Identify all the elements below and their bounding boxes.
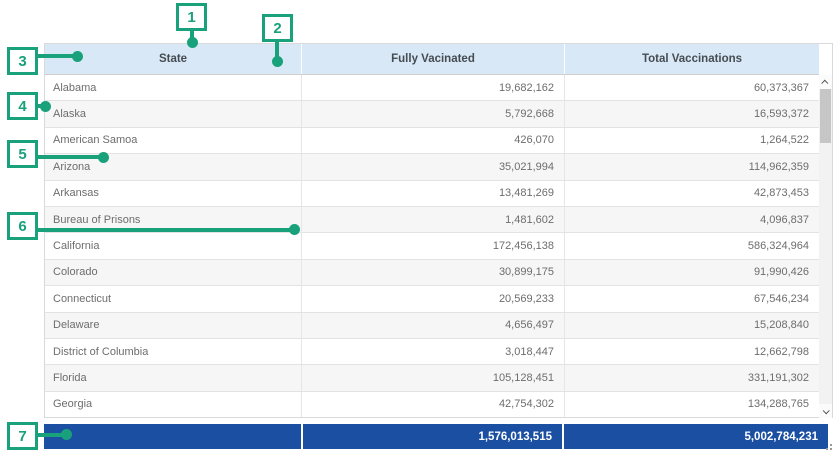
table-row[interactable]: Florida 105,128,451 331,191,302 <box>45 365 819 391</box>
cell-total-vaccinations: 60,373,367 <box>564 75 819 100</box>
screenshot-canvas: State Fully Vacinated Total Vaccinations… <box>0 0 833 453</box>
table-body: Alabama 19,682,162 60,373,367 Alaska 5,7… <box>45 75 819 417</box>
cell-total-vaccinations: 1,264,522 <box>564 128 819 153</box>
scroll-down-button[interactable] <box>819 404 832 418</box>
table-row[interactable]: Arizona 35,021,994 114,962,359 <box>45 154 819 180</box>
totals-row: 1,576,013,515 5,002,784,231 <box>44 424 828 449</box>
table-row[interactable]: Alabama 19,682,162 60,373,367 <box>45 75 819 101</box>
cell-fully-vacinated: 3,018,447 <box>301 339 564 364</box>
cell-total-vaccinations: 114,962,359 <box>564 154 819 179</box>
column-header-fully-vacinated[interactable]: Fully Vacinated <box>301 44 564 74</box>
totals-state-cell <box>44 424 301 449</box>
cell-fully-vacinated: 42,754,302 <box>301 392 564 417</box>
callout-anchor-dot <box>40 101 51 112</box>
chevron-up-icon <box>821 79 828 86</box>
cell-total-vaccinations: 586,324,964 <box>564 233 819 258</box>
table-row[interactable]: Arkansas 13,481,269 42,873,453 <box>45 181 819 207</box>
cell-fully-vacinated: 13,481,269 <box>301 181 564 206</box>
callout-anchor-dot <box>272 56 283 67</box>
cell-total-vaccinations: 15,208,840 <box>564 313 819 338</box>
cell-state: Georgia <box>45 392 301 417</box>
callout-number-badge: 2 <box>262 14 293 42</box>
cell-state: California <box>45 233 301 258</box>
cell-fully-vacinated: 1,481,602 <box>301 207 564 232</box>
cell-total-vaccinations: 42,873,453 <box>564 181 819 206</box>
cell-state: Connecticut <box>45 286 301 311</box>
table-row[interactable]: Delaware 4,656,497 15,208,840 <box>45 313 819 339</box>
cell-total-vaccinations: 91,990,426 <box>564 260 819 285</box>
column-header-total-vaccinations[interactable]: Total Vaccinations <box>564 44 819 74</box>
cell-fully-vacinated: 172,456,138 <box>301 233 564 258</box>
cell-state: Delaware <box>45 313 301 338</box>
callout-connector-line <box>37 155 101 159</box>
column-header-state[interactable]: State <box>45 44 301 74</box>
cell-fully-vacinated: 426,070 <box>301 128 564 153</box>
cell-fully-vacinated: 19,682,162 <box>301 75 564 100</box>
callout-anchor-dot <box>61 429 72 440</box>
cell-total-vaccinations: 67,546,234 <box>564 286 819 311</box>
table-row[interactable]: Connecticut 20,569,233 67,546,234 <box>45 286 819 312</box>
chevron-down-icon <box>823 407 830 414</box>
callout-anchor-dot <box>72 51 83 62</box>
cell-fully-vacinated: 4,656,497 <box>301 313 564 338</box>
cell-state: Alabama <box>45 75 301 100</box>
cell-state: District of Columbia <box>45 339 301 364</box>
callout-connector-line <box>37 228 292 232</box>
callout-connector-line <box>37 433 64 437</box>
resize-grip-icon[interactable] <box>826 444 832 450</box>
cell-fully-vacinated: 30,899,175 <box>301 260 564 285</box>
table-row[interactable]: District of Columbia 3,018,447 12,662,79… <box>45 339 819 365</box>
vertical-scrollbar[interactable] <box>819 75 832 418</box>
table-row[interactable]: American Samoa 426,070 1,264,522 <box>45 128 819 154</box>
callout-anchor-dot <box>187 37 198 48</box>
table-header-row: State Fully Vacinated Total Vaccinations <box>45 44 819 75</box>
table-row[interactable]: Colorado 30,899,175 91,990,426 <box>45 260 819 286</box>
callout-anchor-dot <box>289 224 300 235</box>
cell-state: Alaska <box>45 101 301 126</box>
callout-number-badge: 4 <box>7 92 38 120</box>
cell-fully-vacinated: 105,128,451 <box>301 365 564 390</box>
cell-total-vaccinations: 4,096,837 <box>564 207 819 232</box>
callout-number-badge: 5 <box>7 140 38 168</box>
cell-state: Florida <box>45 365 301 390</box>
cell-state: Arkansas <box>45 181 301 206</box>
table-row[interactable]: Georgia 42,754,302 134,288,765 <box>45 392 819 417</box>
cell-total-vaccinations: 12,662,798 <box>564 339 819 364</box>
cell-state: Colorado <box>45 260 301 285</box>
cell-total-vaccinations: 16,593,372 <box>564 101 819 126</box>
table-row[interactable]: California 172,456,138 586,324,964 <box>45 233 819 259</box>
cell-fully-vacinated: 20,569,233 <box>301 286 564 311</box>
totals-fully-vacinated: 1,576,013,515 <box>301 424 562 449</box>
cell-total-vaccinations: 331,191,302 <box>564 365 819 390</box>
scroll-up-button[interactable] <box>819 75 832 89</box>
callout-anchor-dot <box>98 152 109 163</box>
totals-total-vaccinations: 5,002,784,231 <box>562 424 828 449</box>
cell-state: American Samoa <box>45 128 301 153</box>
scrollbar-thumb[interactable] <box>820 89 831 143</box>
callout-number-badge: 3 <box>7 47 38 75</box>
callout-number-badge: 7 <box>7 422 38 450</box>
table-row[interactable]: Alaska 5,792,668 16,593,372 <box>45 101 819 127</box>
cell-fully-vacinated: 35,021,994 <box>301 154 564 179</box>
cell-fully-vacinated: 5,792,668 <box>301 101 564 126</box>
callout-number-badge: 6 <box>7 212 38 240</box>
callout-connector-line <box>37 54 77 58</box>
cell-total-vaccinations: 134,288,765 <box>564 392 819 417</box>
callout-number-badge: 1 <box>176 3 207 31</box>
